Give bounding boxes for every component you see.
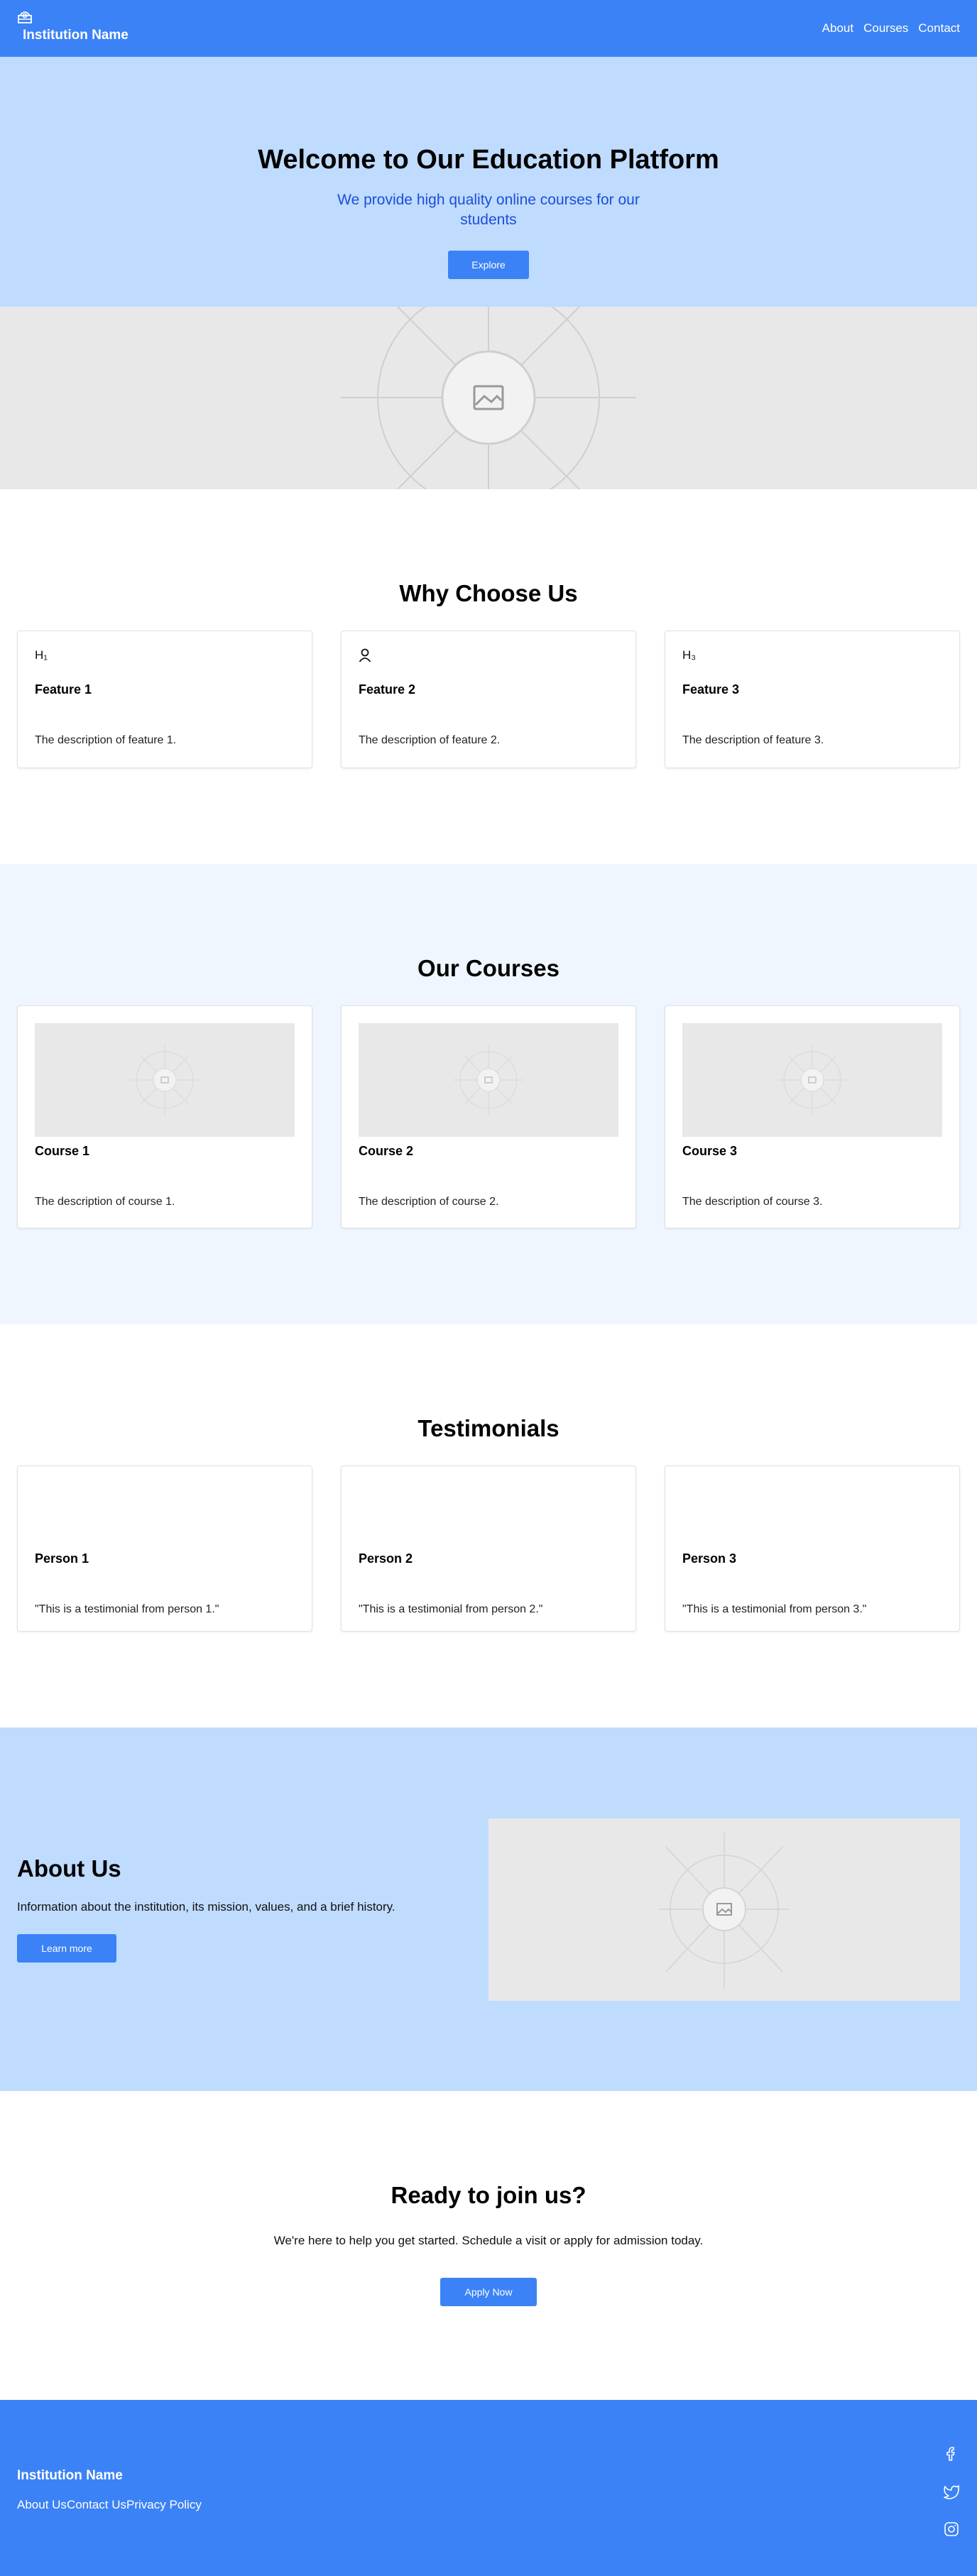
course-title: Course 2 bbox=[359, 1144, 414, 1158]
cta-description: We're here to help you get started. Sche… bbox=[273, 2234, 704, 2247]
feature-description: The description of feature 1. bbox=[35, 734, 177, 746]
social-links bbox=[943, 2445, 960, 2541]
testimonial-card: Person 3 "This is a testimonial from per… bbox=[665, 1466, 960, 1632]
course-description: The description of course 2. bbox=[359, 1196, 499, 1208]
nav-about[interactable]: About bbox=[822, 21, 853, 36]
twitter-icon[interactable] bbox=[943, 2483, 960, 2504]
footer-link-privacy-policy[interactable]: Privacy Policy bbox=[126, 2498, 202, 2512]
explore-button[interactable]: Explore bbox=[448, 250, 529, 279]
course-card[interactable]: Course 3 The description of course 3. bbox=[665, 1005, 960, 1228]
feature-description: The description of feature 2. bbox=[359, 734, 501, 746]
cta-title: Ready to join us? bbox=[391, 2182, 586, 2208]
courses-section: Our Courses Course 1 The description of … bbox=[0, 864, 977, 1324]
nav-contact[interactable]: Contact bbox=[918, 21, 960, 36]
course-image bbox=[35, 1023, 295, 1137]
learn-more-button[interactable]: Learn more bbox=[17, 1934, 116, 1963]
feature-title: Feature 3 bbox=[682, 682, 740, 697]
image-placeholder-icon bbox=[129, 1044, 200, 1115]
about-title: About Us bbox=[17, 1855, 121, 1882]
about-image bbox=[488, 1818, 960, 2001]
footer-link-contact-us[interactable]: Contact Us bbox=[67, 2498, 126, 2512]
school-logo-icon bbox=[17, 10, 129, 24]
hero-title: Welcome to Our Education Platform bbox=[258, 145, 719, 175]
testimonial-quote: "This is a testimonial from person 1." bbox=[35, 1603, 219, 1615]
courses-list: Course 1 The description of course 1. Co… bbox=[0, 1005, 977, 1228]
testimonial-card: Person 2 "This is a testimonial from per… bbox=[341, 1466, 636, 1632]
hero-subtitle: We provide high quality online courses f… bbox=[337, 192, 640, 229]
testimonial-card: Person 1 "This is a testimonial from per… bbox=[17, 1466, 312, 1632]
testimonials-section: Testimonials Person 1 "This is a testimo… bbox=[0, 1324, 977, 1728]
about-content: About Us Information about the instituti… bbox=[17, 1857, 395, 1963]
image-placeholder-icon bbox=[777, 1044, 848, 1115]
features-list: H₁ Feature 1 The description of feature … bbox=[0, 631, 977, 768]
course-description: The description of course 3. bbox=[682, 1196, 823, 1208]
heading-1-icon: H₁ bbox=[35, 648, 48, 662]
course-image bbox=[682, 1023, 942, 1137]
feature-card: H₁ Feature 1 The description of feature … bbox=[17, 631, 312, 768]
hero-section: Welcome to Our Education Platform We pro… bbox=[0, 57, 977, 307]
site-header: Institution Name About Courses Contact bbox=[0, 0, 977, 57]
courses-title: Our Courses bbox=[417, 955, 560, 981]
about-section: About Us Information about the instituti… bbox=[0, 1728, 977, 2091]
feature-title: Feature 1 bbox=[35, 682, 92, 697]
user-icon bbox=[359, 648, 618, 664]
image-placeholder-icon bbox=[453, 1044, 524, 1115]
heading-3-icon: H₃ bbox=[682, 648, 697, 662]
feature-title: Feature 2 bbox=[359, 682, 416, 697]
image-placeholder-icon bbox=[341, 307, 636, 489]
cta-section: Ready to join us? We're here to help you… bbox=[0, 2091, 977, 2400]
apply-now-button[interactable]: Apply Now bbox=[440, 2278, 537, 2306]
facebook-icon[interactable] bbox=[943, 2445, 960, 2466]
site-footer: Institution Name About Us Contact Us Pri… bbox=[0, 2400, 977, 2576]
instagram-icon[interactable] bbox=[943, 2521, 960, 2541]
brand[interactable]: Institution Name bbox=[17, 10, 129, 42]
image-placeholder-icon bbox=[659, 1833, 790, 1989]
testimonial-name: Person 2 bbox=[359, 1551, 413, 1566]
course-title: Course 3 bbox=[682, 1144, 738, 1158]
footer-links: About Us Contact Us Privacy Policy bbox=[17, 2498, 202, 2512]
testimonial-quote: "This is a testimonial from person 2." bbox=[359, 1603, 543, 1615]
course-image bbox=[359, 1023, 618, 1137]
course-card[interactable]: Course 2 The description of course 2. bbox=[341, 1005, 636, 1228]
main-nav: About Courses Contact bbox=[822, 21, 960, 36]
feature-card: H₃ Feature 3 The description of feature … bbox=[665, 631, 960, 768]
testimonials-title: Testimonials bbox=[417, 1415, 560, 1441]
course-title: Course 1 bbox=[35, 1144, 90, 1158]
testimonial-name: Person 3 bbox=[682, 1551, 737, 1566]
features-section: Why Choose Us H₁ Feature 1 The descripti… bbox=[0, 489, 977, 864]
feature-card: Feature 2 The description of feature 2. bbox=[341, 631, 636, 768]
footer-brand-name: Institution Name bbox=[17, 2468, 123, 2483]
testimonials-list: Person 1 "This is a testimonial from per… bbox=[0, 1466, 977, 1632]
course-description: The description of course 1. bbox=[35, 1196, 175, 1208]
hero-image bbox=[0, 307, 977, 489]
testimonial-name: Person 1 bbox=[35, 1551, 89, 1566]
testimonial-quote: "This is a testimonial from person 3." bbox=[682, 1603, 867, 1615]
about-description: Information about the institution, its m… bbox=[17, 1900, 395, 1914]
nav-courses[interactable]: Courses bbox=[863, 21, 908, 36]
brand-name: Institution Name bbox=[23, 28, 129, 43]
course-card[interactable]: Course 1 The description of course 1. bbox=[17, 1005, 312, 1228]
features-title: Why Choose Us bbox=[399, 580, 578, 606]
feature-description: The description of feature 3. bbox=[682, 734, 824, 746]
footer-link-about-us[interactable]: About Us bbox=[17, 2498, 67, 2512]
